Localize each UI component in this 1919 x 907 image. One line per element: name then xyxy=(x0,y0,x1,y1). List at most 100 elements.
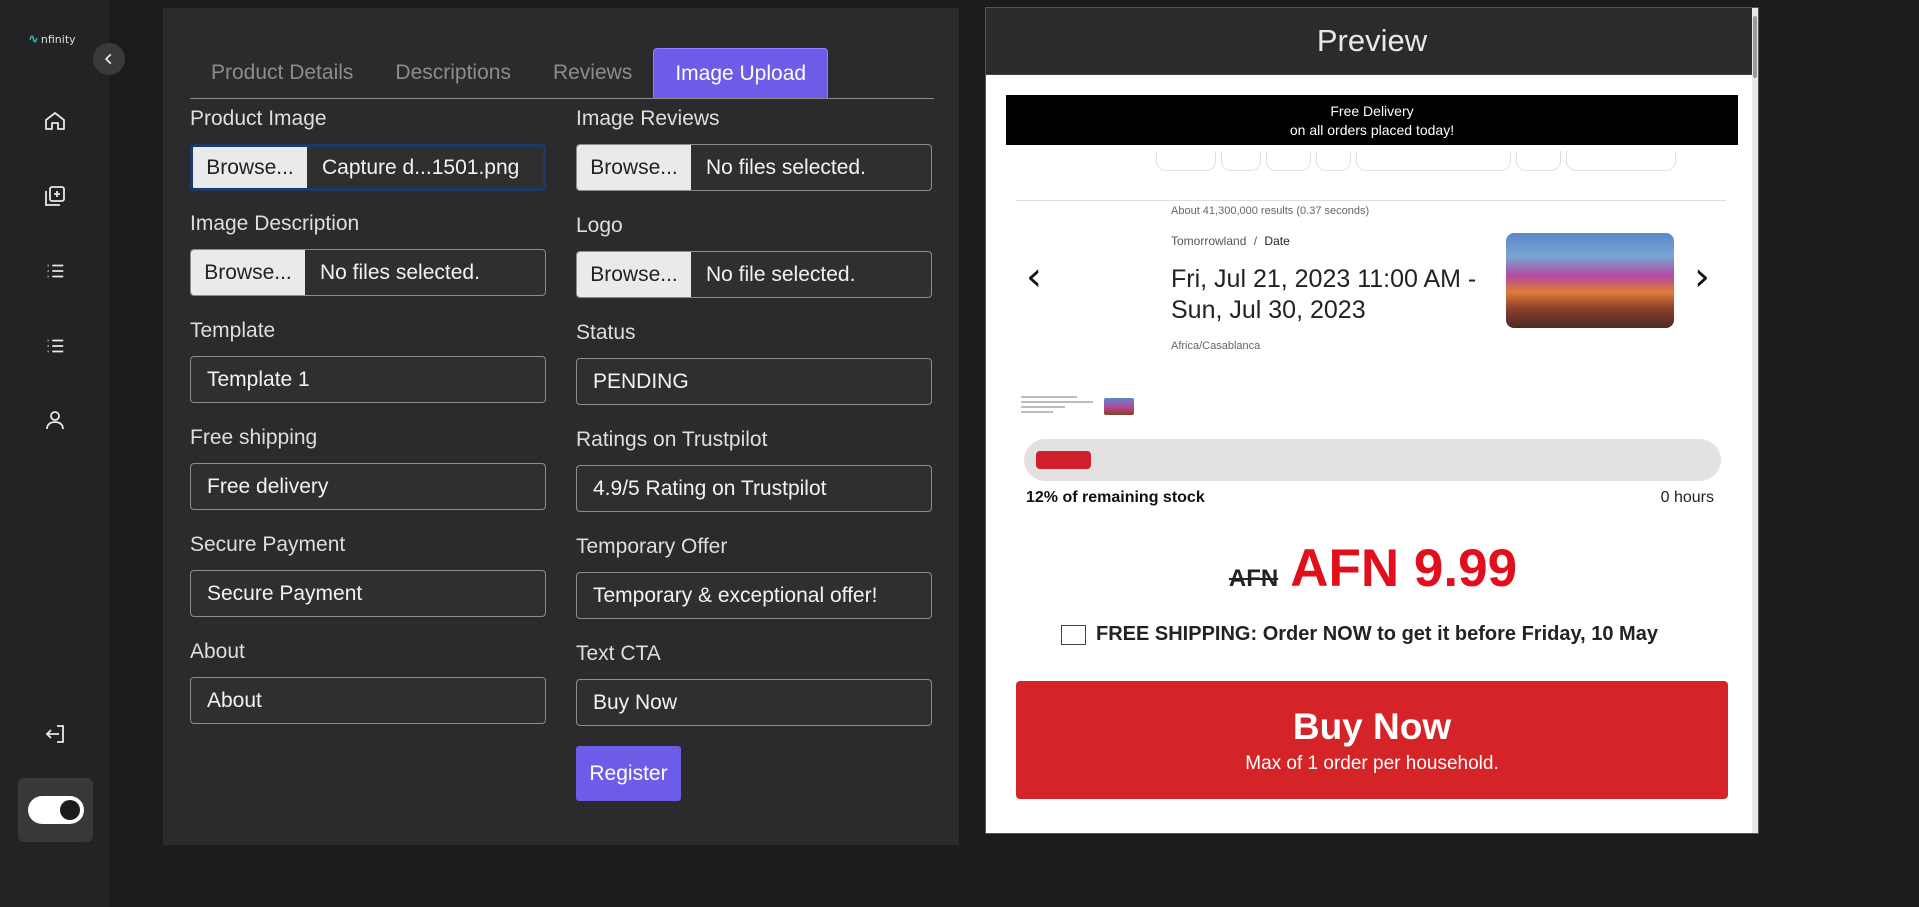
tab-descriptions[interactable]: Descriptions xyxy=(374,48,532,98)
shipping-row: FREE SHIPPING: Order NOW to get it befor… xyxy=(1061,623,1658,646)
image-description-browse-button[interactable]: Browse... xyxy=(191,250,305,295)
old-price: AFN xyxy=(1228,565,1279,592)
event-date: Fri, Jul 21, 2023 11:00 AM - Sun, Jul 30… xyxy=(1171,265,1477,324)
logo-browse-button[interactable]: Browse... xyxy=(577,252,691,297)
ratings-field[interactable]: 4.9/5 Rating on Trustpilot xyxy=(576,465,932,512)
product-image-filename: Capture d...1501.png xyxy=(322,155,520,179)
home-icon xyxy=(45,112,65,130)
logo-file-input[interactable]: Browse... No file selected. xyxy=(576,251,932,298)
secure-payment-field[interactable]: Secure Payment xyxy=(190,570,546,617)
product-form-panel: Product Details Descriptions Reviews Ima… xyxy=(163,8,959,845)
toolbar-pill xyxy=(1356,151,1511,171)
logo-label: Logo xyxy=(576,214,623,237)
temporary-offer-label: Temporary Offer xyxy=(576,535,728,558)
product-image-label: Product Image xyxy=(190,107,327,130)
crumb-2: Date xyxy=(1264,234,1290,248)
tab-image-upload[interactable]: Image Upload xyxy=(653,48,829,98)
toolbar-pill xyxy=(1566,151,1676,171)
toolbar-pill xyxy=(1221,151,1261,171)
free-shipping-field[interactable]: Free delivery xyxy=(190,463,546,510)
text-cta-field[interactable]: Buy Now xyxy=(576,679,932,726)
product-image-browse-button[interactable]: Browse... xyxy=(193,147,307,188)
stock-progress-fill xyxy=(1036,451,1091,469)
sidebar: ∿ nfinity xyxy=(0,0,110,907)
image-description-label: Image Description xyxy=(190,212,360,235)
theme-toggle-container xyxy=(18,778,93,842)
free-shipping-label: Free shipping xyxy=(190,426,318,449)
product-image-file-input[interactable]: Browse... Capture d...1501.png xyxy=(190,144,546,191)
logo-mark-icon: ∿ xyxy=(28,32,39,47)
image-reviews-filename: No files selected. xyxy=(706,155,866,179)
buy-now-label: Buy Now xyxy=(1292,706,1452,747)
sidebar-item-list-2[interactable] xyxy=(40,331,70,361)
hours-text: 0 hours xyxy=(1660,489,1714,506)
search-results-count: About 41,300,000 results (0.37 seconds) xyxy=(1171,205,1370,217)
sidebar-item-add-product[interactable] xyxy=(40,181,70,211)
preview-scrollbar[interactable] xyxy=(1752,8,1758,833)
status-label: Status xyxy=(576,321,636,344)
crumb-1: Tomorrowland xyxy=(1171,234,1247,248)
new-price: AFN 9.99 xyxy=(1290,539,1518,598)
stock-text: 12% of remaining stock xyxy=(1026,489,1205,506)
form-tabs: Product Details Descriptions Reviews Ima… xyxy=(190,41,934,99)
user-icon xyxy=(46,411,64,430)
sidebar-item-home[interactable] xyxy=(40,106,70,136)
toggle-knob xyxy=(59,800,80,820)
thumbnail-image xyxy=(1104,398,1134,415)
crumb-separator: / xyxy=(1253,234,1258,248)
delivery-banner: Free Delivery on all orders placed today… xyxy=(1006,95,1738,145)
temporary-offer-field[interactable]: Temporary & exceptional offer! xyxy=(576,572,932,619)
preview-title: Preview xyxy=(986,8,1758,75)
image-description-filename: No files selected. xyxy=(320,260,480,284)
shipping-checkbox[interactable] xyxy=(1061,624,1086,645)
register-button[interactable]: Register xyxy=(576,746,681,801)
list-icon xyxy=(47,264,64,278)
status-field[interactable]: PENDING xyxy=(576,358,932,405)
toolbar-pill xyxy=(1516,151,1561,171)
logout-icon xyxy=(45,725,64,743)
toolbar-pill xyxy=(1316,151,1351,171)
screenshot-toolbar xyxy=(1016,151,1726,201)
image-reviews-file-input[interactable]: Browse... No files selected. xyxy=(576,144,932,191)
toolbar-pill xyxy=(1266,151,1311,171)
price-row: AFN AFN 9.99 xyxy=(986,538,1758,599)
logout-button[interactable] xyxy=(40,719,70,749)
template-label: Template xyxy=(190,319,276,342)
scrollbar-thumb[interactable] xyxy=(1753,16,1757,78)
list-icon xyxy=(47,339,64,353)
chevron-left-icon xyxy=(104,53,112,65)
sidebar-item-list-1[interactable] xyxy=(40,256,70,286)
toolbar-pill xyxy=(1156,151,1216,171)
image-reviews-label: Image Reviews xyxy=(576,107,720,130)
tab-reviews[interactable]: Reviews xyxy=(532,48,653,98)
stock-progress-bar xyxy=(1024,439,1721,481)
sidebar-item-user[interactable] xyxy=(40,405,70,435)
thumbnail-text-lines xyxy=(1021,393,1101,423)
app-logo[interactable]: ∿ nfinity xyxy=(28,32,76,47)
logo-text: nfinity xyxy=(40,33,76,46)
template-field[interactable]: Template 1 xyxy=(190,356,546,403)
banner-line-2: on all orders placed today! xyxy=(1289,122,1455,138)
banner-line-1: Free Delivery xyxy=(1330,103,1414,119)
secure-payment-label: Secure Payment xyxy=(190,533,346,556)
text-cta-label: Text CTA xyxy=(576,642,661,665)
about-label: About xyxy=(190,640,245,663)
shipping-text: FREE SHIPPING: Order NOW to get it befor… xyxy=(1096,623,1658,645)
carousel-prev-arrow[interactable]: ‹ xyxy=(1026,254,1042,300)
buy-now-button[interactable]: Buy Now Max of 1 order per household. xyxy=(1016,681,1728,799)
carousel-next-arrow[interactable]: › xyxy=(1694,254,1710,300)
about-field[interactable]: About xyxy=(190,677,546,724)
image-reviews-browse-button[interactable]: Browse... xyxy=(577,145,691,190)
image-description-file-input[interactable]: Browse... No files selected. xyxy=(190,249,546,296)
theme-toggle[interactable] xyxy=(27,796,84,824)
logo-filename: No file selected. xyxy=(706,262,856,286)
carousel-thumbnail[interactable] xyxy=(1021,393,1134,423)
ratings-label: Ratings on Trustpilot xyxy=(576,428,768,451)
tab-product-details[interactable]: Product Details xyxy=(190,48,374,98)
event-timezone: Africa/Casablanca xyxy=(1171,340,1261,352)
preview-panel: Preview Free Delivery on all orders plac… xyxy=(985,7,1759,834)
collapse-sidebar-button[interactable] xyxy=(93,43,125,75)
event-breadcrumb: Tomorrowland / Date xyxy=(1171,234,1290,248)
buy-now-sublabel: Max of 1 order per household. xyxy=(1245,753,1499,774)
event-image xyxy=(1506,233,1674,328)
